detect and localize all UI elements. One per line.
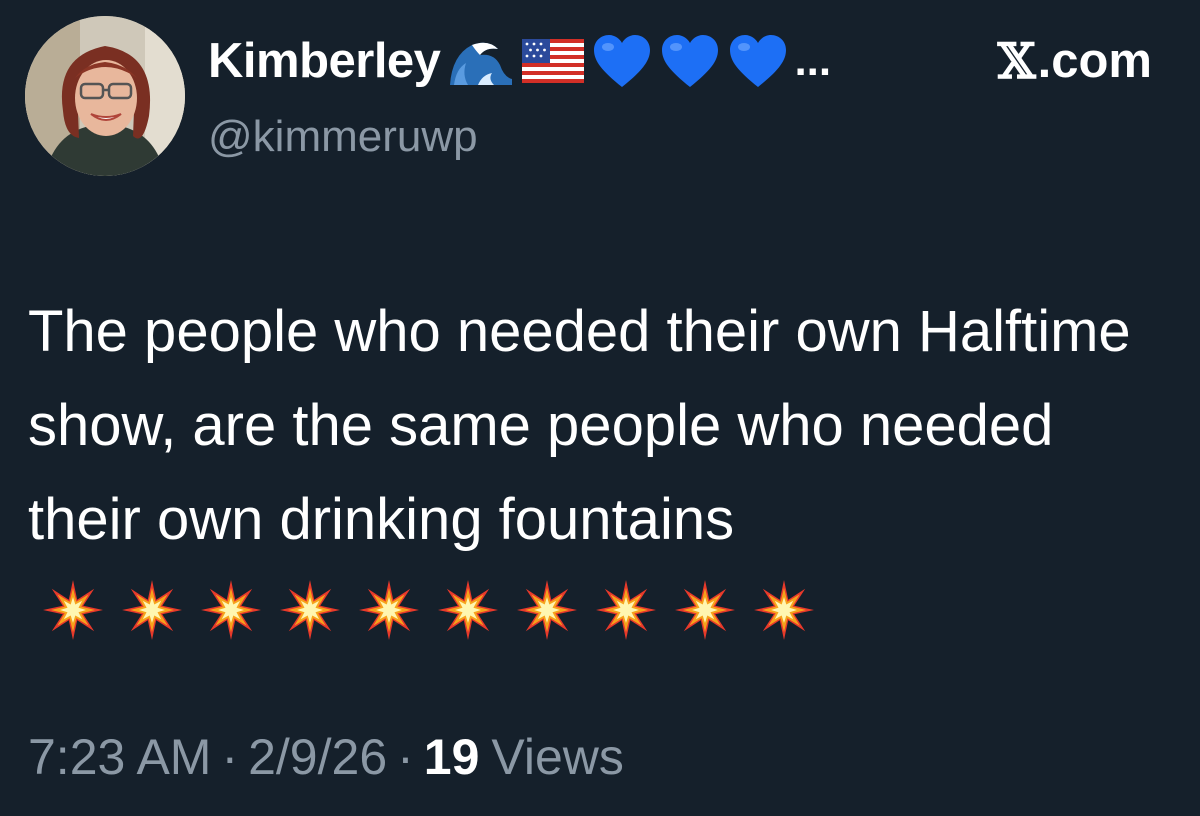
author-name-row: Kimberley ... — [208, 30, 831, 92]
views-count: 19 — [423, 729, 480, 785]
collision-icon — [43, 580, 103, 640]
blue-heart-icon — [660, 33, 720, 89]
avatar-image — [25, 16, 185, 176]
collision-icon — [517, 580, 577, 640]
collision-icon — [596, 580, 656, 640]
blue-heart-icon — [592, 33, 652, 89]
us-flag-icon — [522, 39, 585, 83]
collision-icon — [754, 580, 814, 640]
collision-icon — [201, 580, 261, 640]
meta-separator: · — [221, 729, 239, 785]
tweet-time[interactable]: 7:23 AM — [28, 728, 211, 786]
collision-icon — [280, 580, 340, 640]
wave-icon — [448, 35, 514, 87]
collision-icon — [675, 580, 735, 640]
collision-icon — [359, 580, 419, 640]
x-logo-icon: 𝕏 — [997, 32, 1036, 90]
blue-heart-icon — [728, 33, 788, 89]
author-display-name[interactable]: Kimberley — [208, 33, 441, 89]
tweet-meta: 7:23 AM · 2/9/26 · 19 Views — [28, 728, 624, 786]
collision-icon — [438, 580, 498, 640]
collision-emoji-row — [42, 579, 832, 641]
author-handle[interactable]: @kimmeruwp — [208, 112, 478, 162]
site-domain: .com — [1037, 34, 1152, 88]
name-truncation-ellipsis: ... — [794, 36, 832, 85]
avatar[interactable] — [25, 16, 185, 176]
tweet-body: The people who needed their own Halftime… — [28, 299, 1131, 552]
tweet-date[interactable]: 2/9/26 — [248, 728, 387, 786]
site-label: 𝕏 .com — [998, 32, 1152, 90]
tweet-text: The people who needed their own Halftime… — [28, 285, 1158, 661]
views-label: Views — [491, 729, 624, 785]
collision-icon — [122, 580, 182, 640]
meta-separator: · — [397, 729, 414, 785]
